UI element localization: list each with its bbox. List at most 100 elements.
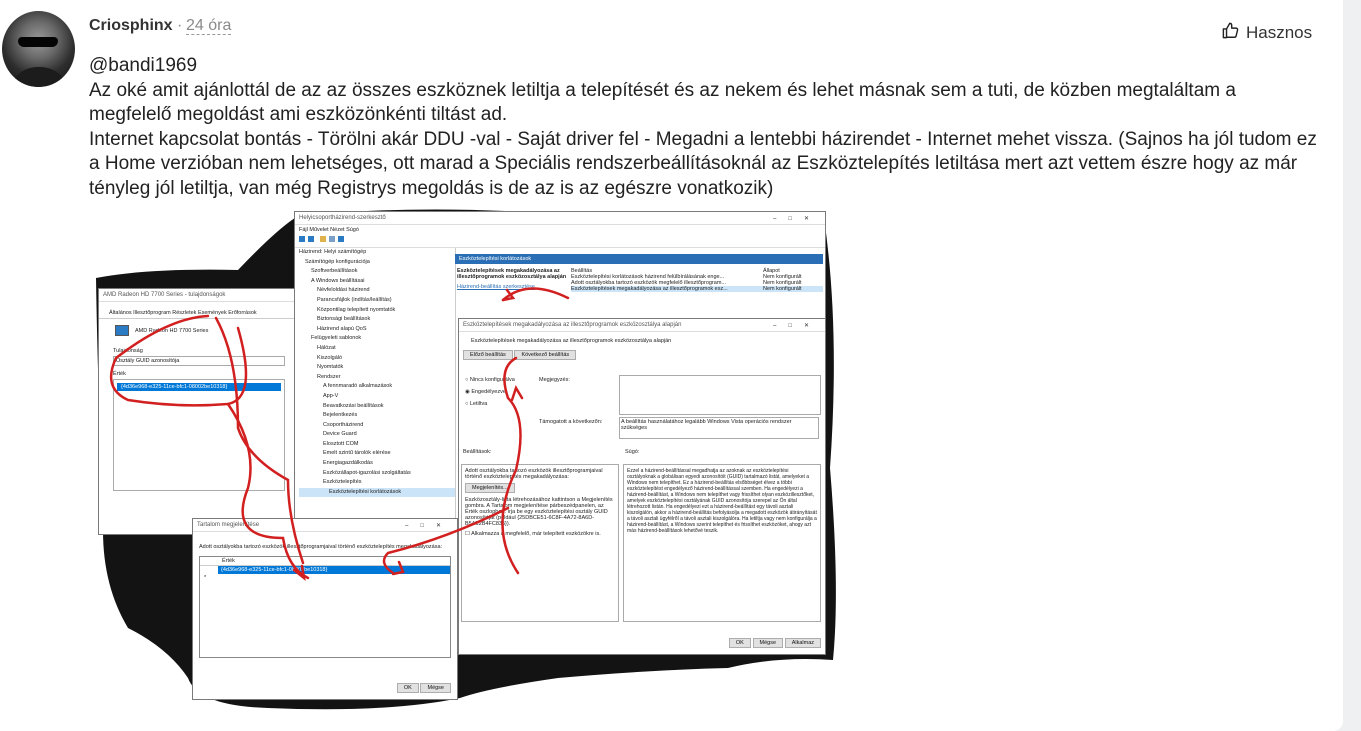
supported-label: Támogatott a következőn: xyxy=(539,419,603,425)
radio-label: Engedélyezve xyxy=(471,389,506,395)
edit-policy-link[interactable]: Házirend-beállítás szerkesztése xyxy=(457,284,569,290)
tree-item[interactable]: Bejelentkezés xyxy=(299,411,455,421)
tree-item[interactable]: Kiszolgáló xyxy=(299,354,455,364)
property-label: Tulajdonság xyxy=(113,348,143,354)
tree-item[interactable]: Eszközállapot-igazolási szolgáltatás xyxy=(299,469,455,479)
row-name: Eszköztelepítések megakadályozása az ill… xyxy=(571,286,728,292)
post-body: @bandi1969 Az oké amit ajánlottál de az … xyxy=(89,54,1319,202)
tree-item[interactable]: Biztonsági beállítások xyxy=(299,315,455,325)
device-properties-window: AMD Radeon HD 7700 Series - tulajdonságo… xyxy=(98,288,300,535)
checkbox-label: Alkalmazza a megfelelő, már telepített e… xyxy=(471,531,601,537)
tree-item[interactable]: A Windows beállításai xyxy=(299,277,455,287)
guid-value[interactable]: {4d36e968-e325-11ce-bfc1-08002be10318} xyxy=(117,383,281,391)
right-header: Eszköztelepítési korlátozások xyxy=(455,254,823,264)
content-grid[interactable]: Érték {4d36e968-e325-11ce-bfc1-08002be10… xyxy=(199,556,451,658)
policy-tree[interactable]: Házirend: Helyi számítógép Számítógép kon… xyxy=(295,248,456,520)
separator: · xyxy=(177,17,183,34)
tree-item[interactable]: Rendszer xyxy=(299,373,455,383)
radio-label: Letiltva xyxy=(469,401,488,407)
show-contents-titlebar: Tartalom megjelenítése –□✕ xyxy=(193,519,457,532)
useful-button[interactable]: Hasznos xyxy=(1221,21,1312,45)
supported-value: A beállítás használatához legalább Windo… xyxy=(619,417,819,439)
mention[interactable]: @bandi1969 xyxy=(89,54,1319,79)
window-title: Eszköztelepítések megakadályozása az ill… xyxy=(463,322,682,328)
tree-item[interactable]: Energiagazdálkodás xyxy=(299,459,455,469)
window-controls[interactable]: –□✕ xyxy=(773,322,821,329)
policy-dialog-titlebar: Eszköztelepítések megakadályozása az ill… xyxy=(459,319,825,332)
tree-item[interactable]: Felügyeleti sablonok xyxy=(299,334,455,344)
tree-item[interactable]: Eszköztelepítés xyxy=(299,478,455,488)
tree-item[interactable]: Házirend: Helyi számítógép xyxy=(299,248,455,258)
cancel-button[interactable]: Mégse xyxy=(752,638,784,648)
tree-item[interactable]: Névfeloldási házirend xyxy=(299,286,455,296)
right-pane: Eszköztelepítési korlátozások Eszköztele… xyxy=(455,248,823,292)
avatar-glasses xyxy=(18,37,58,47)
content-value-cell[interactable]: {4d36e968-e325-11ce-bfc1-08002be10318} xyxy=(218,566,450,574)
ok-button[interactable]: OK xyxy=(728,638,751,648)
tree-item[interactable]: Elosztott COM xyxy=(299,440,455,450)
useful-label: Hasznos xyxy=(1246,23,1313,42)
radio-disabled[interactable]: ○ Letiltva xyxy=(465,401,515,407)
window-controls[interactable]: –□✕ xyxy=(405,522,453,529)
attached-screenshot[interactable]: AMD Radeon HD 7700 Series - tulajdonságo… xyxy=(88,208,838,713)
tree-item[interactable]: Számítógép konfigurációja xyxy=(299,258,455,268)
content-cancel-button[interactable]: Mégse xyxy=(420,683,451,693)
tree-item[interactable]: Központilag telepített nyomtatók xyxy=(299,306,455,316)
previous-setting-button[interactable]: Előző beállítás xyxy=(463,350,513,360)
radio-label: Nincs konfigurálva xyxy=(469,377,515,383)
policy-dialog: Eszköztelepítések megakadályozása az ill… xyxy=(458,318,826,655)
row-state: Nem konfigurált xyxy=(763,286,802,292)
author-name[interactable]: Criosphinx xyxy=(89,17,173,35)
thumbs-up-icon xyxy=(1221,21,1240,45)
options-help: Eszközosztály-lista létrehozásához katti… xyxy=(465,497,613,527)
radio-not-configured[interactable]: ○ Nincs konfigurálva xyxy=(465,377,515,383)
window-title: Helyicsoportházirend-szerkesztő xyxy=(299,215,386,221)
tree-item[interactable]: Szoftverbeállítások xyxy=(299,267,455,277)
options-pane: Adott osztályokba tartozó eszközök illes… xyxy=(461,464,619,622)
tree-item[interactable]: Házirend alapú QoS xyxy=(299,325,455,335)
post-time[interactable]: 24 óra xyxy=(186,17,232,35)
tree-item[interactable]: A fennmaradó alkalmazások xyxy=(299,382,455,392)
gpedit-titlebar: Helyicsoportházirend-szerkesztő –□✕ xyxy=(295,212,825,225)
apply-existing-checkbox[interactable]: ☐ Alkalmazza a megfelelő, már telepített… xyxy=(465,531,615,537)
properties-titlebar: AMD Radeon HD 7700 Series - tulajdonságo… xyxy=(99,289,299,302)
content-column-header[interactable]: Érték xyxy=(200,557,450,566)
next-setting-button[interactable]: Következő beállítás xyxy=(514,350,577,360)
gpedit-toolbar[interactable] xyxy=(295,235,825,248)
property-select[interactable]: Osztály GUID azonosítója xyxy=(113,356,285,366)
policy-name: Eszköztelepítések megakadályozása az ill… xyxy=(471,338,672,344)
tree-item[interactable]: Eszköztelepítési korlátozások xyxy=(299,487,455,498)
device-name: AMD Radeon HD 7700 Series xyxy=(135,327,209,334)
show-contents-dialog: Tartalom megjelenítése –□✕ Adott osztályo… xyxy=(192,518,458,700)
help-label: Súgó: xyxy=(625,449,640,455)
tree-item[interactable]: Nyomtatók xyxy=(299,363,455,373)
tree-item[interactable]: Emelt szintű tárolók elérése xyxy=(299,449,455,459)
window-title: Tartalom megjelenítése xyxy=(197,522,260,528)
avatar-shoulders xyxy=(8,67,70,87)
tree-item[interactable]: Device Guard xyxy=(299,430,455,440)
content-ok-button[interactable]: OK xyxy=(396,683,419,693)
right-description: Eszköztelepítések megakadályozása az ill… xyxy=(457,268,567,280)
value-label: Érték xyxy=(113,371,126,377)
new-row-marker[interactable]: * xyxy=(200,574,450,582)
help-pane: Ezzel a házirend-beállítással megadhatja… xyxy=(623,464,821,622)
radio-enabled[interactable]: ◉ Engedélyezve xyxy=(465,389,515,395)
paragraph: Az oké amit ajánlottál de az az összes e… xyxy=(89,79,1236,126)
window-controls[interactable]: –□✕ xyxy=(773,215,821,222)
tree-item[interactable]: App-V xyxy=(299,392,455,402)
window-title: AMD Radeon HD 7700 Series - tulajdonságo… xyxy=(103,292,226,298)
tree-item[interactable]: Beavatkozási beállítások xyxy=(299,402,455,412)
apply-button[interactable]: Alkalmaz xyxy=(784,638,821,648)
tree-item[interactable]: Parancsfájlok (indítás/leállítás) xyxy=(299,296,455,306)
gpedit-menubar[interactable]: Fájl Művelet Nézet Súgó xyxy=(295,225,825,235)
avatar[interactable] xyxy=(2,11,75,87)
properties-tabs[interactable]: Általános Illesztőprogram Részletek Esem… xyxy=(99,302,299,319)
show-button[interactable]: Megjelenítés... xyxy=(465,483,515,493)
comment-field[interactable] xyxy=(619,375,821,415)
monitor-icon xyxy=(115,325,129,336)
list-row[interactable]: Eszköztelepítések megakadályozása az ill… xyxy=(571,286,823,292)
tree-item[interactable]: Csoportházirend xyxy=(299,421,455,431)
paragraph: Internet kapcsolat bontás - Törölni akár… xyxy=(89,128,1317,199)
tree-item[interactable]: Hálózat xyxy=(299,344,455,354)
content-description: Adott osztályokba tartozó eszközök illes… xyxy=(199,544,443,550)
